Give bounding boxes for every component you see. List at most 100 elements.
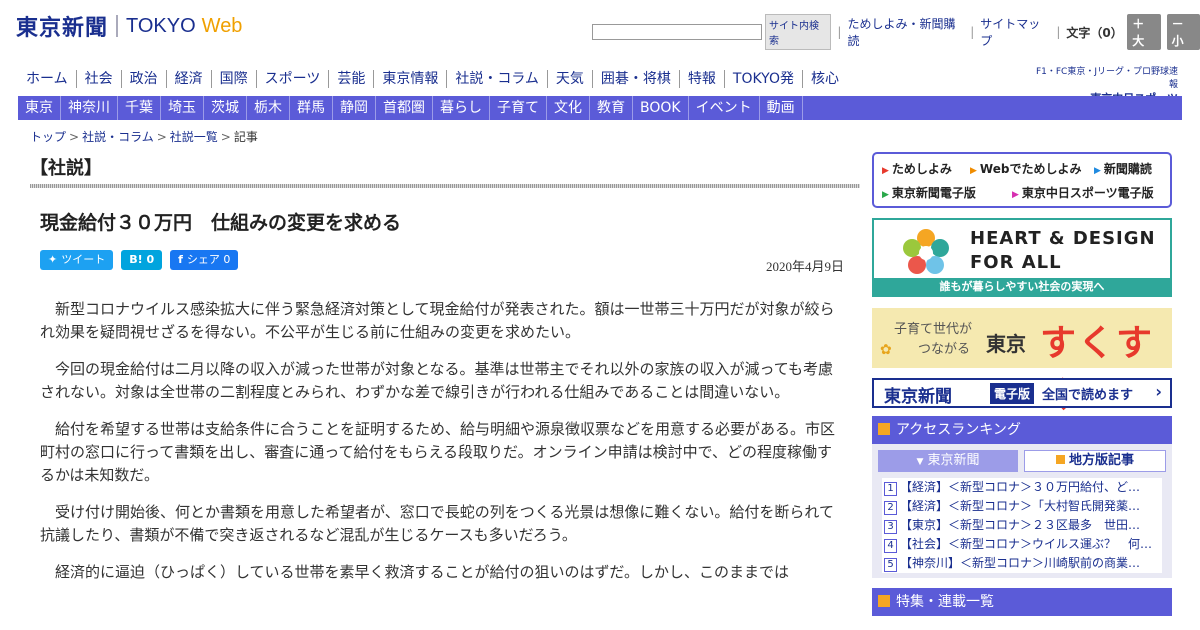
- ranking-item[interactable]: 1 【経済】＜新型コロナ＞３０万円給付、ど…: [882, 478, 1162, 497]
- trial-subscribe-link[interactable]: ためしよみ・新聞購読: [847, 15, 964, 49]
- ranking-item-text: 【神奈川】＜新型コロナ＞川崎駅前の商業…: [900, 556, 1141, 570]
- region-culture[interactable]: 文化: [547, 96, 590, 120]
- sitemap-link[interactable]: サイトマップ: [980, 15, 1050, 49]
- region-parenting[interactable]: 子育て: [490, 96, 547, 120]
- quicklink-web-trial[interactable]: ▶ Webでためしよみ: [970, 160, 1081, 177]
- share-buttons: ✦ ツイート B! 0 f シェア 0: [40, 250, 246, 270]
- digital-edition-banner[interactable]: 東京新聞 電子版 全国で読めます ›: [872, 378, 1172, 408]
- site-search-button[interactable]: サイト内検索: [765, 14, 832, 50]
- breadcrumb-current: 記事: [233, 130, 258, 144]
- sukusuku-tagline-2: つながる: [918, 342, 971, 357]
- sukusuku-tokyo: 東京: [986, 332, 1026, 356]
- divider: |: [1056, 25, 1061, 39]
- nav-weather[interactable]: 天気: [546, 70, 592, 88]
- tab-local-edition[interactable]: 地方版記事: [1024, 450, 1166, 472]
- nav-home[interactable]: ホーム: [18, 70, 76, 88]
- ranking-item[interactable]: 4 【社会】＜新型コロナ＞ウイルス運ぶ？ 何…: [882, 535, 1162, 554]
- region-living[interactable]: 暮らし: [433, 96, 490, 120]
- region-education[interactable]: 教育: [590, 96, 633, 120]
- region-video[interactable]: 動画: [760, 96, 803, 120]
- heart-design-banner[interactable]: HEART & DESIGN FOR ALL 誰もが暮らしやすい社会の実現へ: [872, 218, 1172, 297]
- ranking-item-text: 【社会】＜新型コロナ＞ウイルス運ぶ？ 何…: [900, 537, 1153, 551]
- nav-tokyo-hatsu[interactable]: TOKYO発: [723, 70, 802, 88]
- facebook-share-button[interactable]: f シェア 0: [170, 250, 239, 270]
- ranking-title: アクセスランキング: [896, 422, 1021, 438]
- font-bigger-button[interactable]: ＋大: [1127, 14, 1161, 50]
- region-nav: 東京 神奈川 千葉 埼玉 茨城 栃木 群馬 静岡 首都圏 暮らし 子育て 文化 …: [18, 96, 1182, 120]
- divider: |: [837, 25, 842, 39]
- ranking-item-text: 【経済】＜新型コロナ＞３０万円給付、ど…: [900, 480, 1141, 494]
- digital-banner-name: 東京新聞: [884, 387, 952, 407]
- tokyo-sukusuku-banner[interactable]: 子育て世代が つながる ✿ 東京 すくすく: [872, 308, 1172, 416]
- features-header: 特集・連載一覧: [872, 588, 1172, 616]
- region-event[interactable]: イベント: [689, 96, 760, 120]
- square-bullet-icon: [878, 423, 890, 435]
- region-saitama[interactable]: 埼玉: [161, 96, 204, 120]
- square-bullet-icon: [878, 595, 890, 607]
- article-date: 2020年4月9日: [766, 259, 845, 274]
- ranking-item[interactable]: 3 【東京】＜新型コロナ＞２３区最多 世田…: [882, 516, 1162, 535]
- hatena-count: 0: [146, 253, 155, 266]
- ranking-tabs: ▼ 東京新聞 地方版記事: [878, 450, 1172, 472]
- nav-editorial-column[interactable]: 社説・コラム: [446, 70, 547, 88]
- triangle-icon: ▶: [1012, 190, 1019, 200]
- nav-society[interactable]: 社会: [75, 70, 121, 88]
- nav-politics[interactable]: 政治: [120, 70, 166, 88]
- logo-tokyo-shimbun: 東京新聞: [16, 15, 109, 41]
- site-logo[interactable]: 東京新聞 TOKYO Web: [16, 10, 242, 42]
- tweet-label: ツイート: [61, 253, 106, 266]
- nav-international[interactable]: 国際: [210, 70, 256, 88]
- logo-tokyo-text: TOKYO: [126, 14, 196, 37]
- nav-entertainment[interactable]: 芸能: [328, 70, 373, 88]
- triangle-icon: ▶: [1094, 166, 1101, 176]
- region-ibaraki[interactable]: 茨城: [204, 96, 247, 120]
- region-chiba[interactable]: 千葉: [118, 96, 161, 120]
- main-nav: ホーム 社会 政治 経済 国際 スポーツ 芸能 東京情報 社説・コラム 天気 囲…: [18, 70, 847, 88]
- nav-economy[interactable]: 経済: [165, 70, 211, 88]
- search-input[interactable]: [592, 24, 762, 40]
- rank-number: 3: [884, 520, 897, 534]
- divider: |: [970, 25, 975, 39]
- tab-tokyo-shimbun[interactable]: ▼ 東京新聞: [878, 450, 1018, 472]
- triangle-icon: ▶: [970, 166, 977, 176]
- font-smaller-button[interactable]: －小: [1166, 14, 1200, 50]
- digital-banner-tag: 電子版: [990, 383, 1035, 404]
- region-gunma[interactable]: 群馬: [290, 96, 333, 120]
- ranking-item-text: 【東京】＜新型コロナ＞２３区最多 世田…: [900, 518, 1141, 532]
- quicklink-label: ためしよみ: [891, 162, 952, 176]
- region-tokyo[interactable]: 東京: [18, 96, 61, 120]
- region-shizuoka[interactable]: 静岡: [333, 96, 376, 120]
- breadcrumb-editorial-column[interactable]: 社説・コラム: [82, 130, 154, 144]
- nav-sports[interactable]: スポーツ: [255, 70, 329, 88]
- region-book[interactable]: BOOK: [633, 96, 689, 120]
- sports-link-subtitle: F1・FC東京・Jリーグ・プロ野球速報: [1035, 67, 1178, 90]
- region-metropolitan[interactable]: 首都圏: [376, 96, 433, 120]
- twitter-icon: ✦: [48, 253, 58, 266]
- breadcrumb-sep: >: [220, 130, 231, 144]
- nav-core[interactable]: 核心: [801, 70, 847, 88]
- quicklink-subscribe[interactable]: ▶ 新聞購読: [1094, 160, 1152, 177]
- quicklink-digital-edition[interactable]: ▶ 東京新聞電子版: [882, 184, 976, 201]
- breadcrumb-editorial-list[interactable]: 社説一覧: [170, 130, 218, 144]
- article-paragraph: 受け付け開始後、何とか書類を用意した希望者が、窓口で長蛇の列をつくる光景は想像に…: [40, 503, 834, 544]
- nav-tokyo-info[interactable]: 東京情報: [373, 70, 446, 88]
- ranking-item[interactable]: 2 【経済】＜新型コロナ＞「大村智氏開発薬…: [882, 497, 1162, 516]
- square-bullet-icon: [1055, 455, 1065, 464]
- rank-number: 1: [884, 482, 897, 496]
- region-kanagawa[interactable]: 神奈川: [61, 96, 118, 120]
- breadcrumb-top[interactable]: トップ: [30, 130, 66, 144]
- hatena-bookmark-button[interactable]: B! 0: [121, 250, 163, 270]
- nav-special-report[interactable]: 特報: [678, 70, 724, 88]
- quicklink-chunichi-sports-digital[interactable]: ▶ 東京中日スポーツ電子版: [1012, 184, 1154, 201]
- article-paragraph: 経済的に逼迫（ひっぱく）している世帯を素早く救済することが給付の狙いのはずだ。し…: [55, 563, 789, 581]
- region-tochigi[interactable]: 栃木: [247, 96, 290, 120]
- ranking-item[interactable]: 5 【神奈川】＜新型コロナ＞川崎駅前の商業…: [882, 554, 1162, 573]
- article-paragraph: 今回の現金給付は二月以降の収入が減った世帯が対象となる。基準は世帯主でそれ以外の…: [40, 360, 834, 401]
- quicklink-trial[interactable]: ▶ ためしよみ: [882, 160, 952, 177]
- nav-go-shogi[interactable]: 囲碁・将棋: [591, 70, 679, 88]
- logo-divider: [116, 15, 119, 37]
- heart-banner-subtitle: FOR ALL: [970, 252, 1062, 273]
- rank-number: 5: [884, 558, 897, 572]
- tweet-button[interactable]: ✦ ツイート: [40, 250, 114, 270]
- triangle-icon: ▶: [882, 166, 889, 176]
